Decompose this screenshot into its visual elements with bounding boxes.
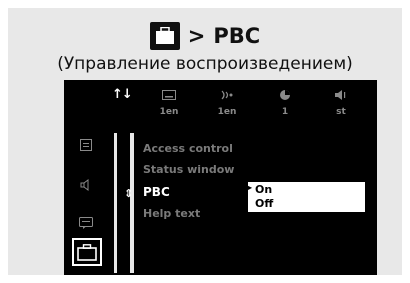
speaker-icon[interactable]: [72, 175, 100, 195]
menu-item-help-text[interactable]: Help text: [143, 207, 200, 220]
title-label: PBC: [213, 24, 261, 48]
sound-status: st: [316, 85, 366, 123]
page-subtitle: (Управление воспроизведением): [57, 54, 353, 74]
page-title: > PBC: [8, 18, 402, 54]
briefcase-icon: [77, 243, 97, 261]
audio-status: 1en: [202, 85, 252, 123]
menu-frame: > PBC (Управление воспроизведением) ↑↓ 1…: [8, 8, 402, 275]
title-separator: >: [187, 24, 206, 48]
divider: [130, 133, 134, 273]
audio-language-icon: [202, 85, 252, 105]
settings-tab-icon[interactable]: ↑↓: [112, 87, 133, 102]
angle-status: 1: [260, 85, 310, 123]
divider: [114, 133, 117, 273]
screen-icon[interactable]: [72, 135, 100, 155]
subtitle-icon: [144, 85, 194, 105]
option-off[interactable]: Off: [255, 197, 273, 210]
menu-item-status-window[interactable]: Status window: [143, 163, 234, 176]
menu-panel: Access control Status window ⇕ PBC Help …: [64, 127, 377, 275]
pbc-options-list: ▶ On Off: [246, 182, 365, 212]
subtitle-value: 1en: [159, 107, 179, 117]
sidebar-item-active[interactable]: [72, 238, 102, 266]
menu-item-pbc[interactable]: PBC: [143, 185, 170, 199]
selection-arrow-icon: ▶: [246, 183, 253, 192]
option-on[interactable]: On: [255, 183, 272, 196]
sound-value: st: [336, 107, 346, 117]
top-info-bar: ↑↓ 1en 1en 1 st: [64, 80, 377, 127]
subtitle-status: 1en: [144, 85, 194, 123]
sound-mode-icon: [316, 85, 366, 105]
angle-icon: [260, 85, 310, 105]
angle-value: 1: [281, 107, 289, 117]
subtitle-box-icon[interactable]: [72, 213, 100, 233]
briefcase-icon: [149, 22, 180, 50]
menu-item-access-control[interactable]: Access control: [143, 142, 233, 155]
audio-value: 1en: [217, 107, 237, 117]
navigation-cursor-icon: ⇕: [124, 187, 134, 200]
